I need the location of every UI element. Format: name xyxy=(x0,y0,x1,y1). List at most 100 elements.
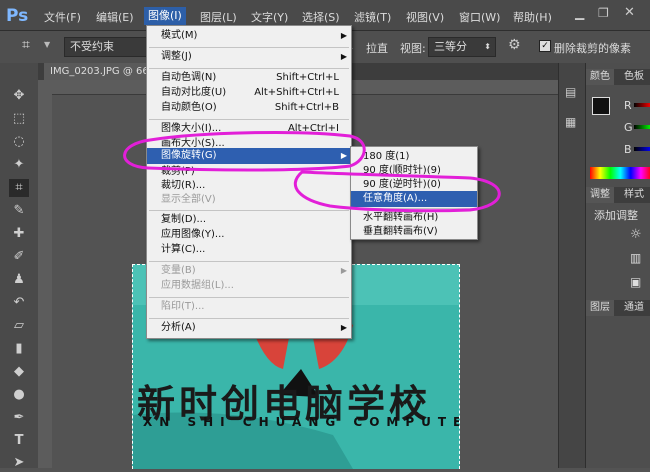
document-tab[interactable]: IMG_0203.JPG @ 66 xyxy=(44,63,155,80)
menu-item-image-rotation[interactable]: 图像旋转(G) ▶ xyxy=(147,148,351,164)
tools-panel: ✥ ⬚ ◌ ✦ ⌗ ✎ ✚ ✐ ♟ ↶ ▱ ▮ ◆ ● ✒ T ➤ xyxy=(0,63,39,470)
submenu-arrow-icon: ▶ xyxy=(340,266,347,275)
menu-item-trap: 陷印(T)... xyxy=(161,301,205,312)
menu-layer[interactable]: 图层(L) xyxy=(200,9,237,25)
marquee-tool-icon[interactable]: ⬚ xyxy=(9,110,29,128)
delete-crop-label[interactable]: 删除裁剪的像素 xyxy=(554,40,631,56)
view-select-value: 三等分 xyxy=(434,40,467,53)
crop-tool-icon[interactable]: ⌗ xyxy=(22,37,30,53)
menu-separator xyxy=(149,119,349,120)
gear-icon[interactable]: ⚙ xyxy=(508,37,521,53)
tab-channels[interactable]: 通道 xyxy=(620,300,648,316)
view-select[interactable]: 三等分 ⬍ xyxy=(428,37,496,57)
brush-tool-icon[interactable]: ✐ xyxy=(9,248,29,266)
menu-separator xyxy=(149,210,349,211)
menu-item-duplicate[interactable]: 复制(D)... xyxy=(147,212,351,228)
menu-separator xyxy=(149,318,349,319)
tab-styles[interactable]: 样式 xyxy=(620,187,648,203)
menu-item-auto-contrast[interactable]: 自动对比度(U) Alt+Shift+Ctrl+L xyxy=(147,85,351,101)
right-panels: 颜色 色板 R G B 调整 样式 添加调整 ☼ ▥ ▣ 图层 通道 xyxy=(585,63,650,468)
crop-tool-icon[interactable]: ⌗ xyxy=(9,179,29,197)
slider-r[interactable] xyxy=(634,103,650,107)
history-panel-icon[interactable]: ▤ xyxy=(565,85,576,99)
straighten-label[interactable]: 拉直 xyxy=(366,40,388,56)
magic-wand-icon[interactable]: ✦ xyxy=(9,156,29,174)
menu-edit[interactable]: 编辑(E) xyxy=(96,9,134,25)
chevron-down-icon[interactable]: ▼ xyxy=(44,40,50,49)
menu-file[interactable]: 文件(F) xyxy=(44,9,81,25)
photoshop-logo: Ps xyxy=(6,6,29,26)
flip-canvas-vertical[interactable]: 垂直翻转画布(V) xyxy=(351,224,477,240)
slider-g[interactable] xyxy=(634,125,650,129)
lasso-tool-icon[interactable]: ◌ xyxy=(9,133,29,151)
type-tool-icon[interactable]: T xyxy=(9,432,29,450)
rotate-arbitrary[interactable]: 任意角度(A)... xyxy=(351,191,477,207)
menu-help[interactable]: 帮助(H) xyxy=(513,9,552,25)
menu-separator xyxy=(353,208,475,209)
eyedropper-icon[interactable]: ✎ xyxy=(9,202,29,220)
delete-crop-checkbox[interactable]: ✓ xyxy=(539,40,551,52)
minimize-icon[interactable]: ▁ xyxy=(575,6,589,20)
menu-separator xyxy=(149,47,349,48)
panel-icon-strip: ▤ ▦ xyxy=(558,63,585,468)
channel-g-label: G xyxy=(624,121,633,134)
move-tool-icon[interactable]: ✥ xyxy=(9,87,29,105)
color-panel-tabs: 颜色 色板 xyxy=(586,69,650,85)
menu-view[interactable]: 视图(V) xyxy=(406,9,444,25)
color-spectrum[interactable] xyxy=(590,167,650,179)
menu-item-image-size[interactable]: 图像大小(I)... Alt+Ctrl+I xyxy=(147,121,351,137)
menu-item-auto-tone[interactable]: 自动色调(N) Shift+Ctrl+L xyxy=(147,70,351,86)
menu-item-analysis[interactable]: 分析(A) ▶ xyxy=(147,320,351,336)
healing-brush-icon[interactable]: ✚ xyxy=(9,225,29,243)
adjust-panel-tabs: 调整 样式 xyxy=(586,187,650,203)
slider-b[interactable] xyxy=(634,147,650,151)
eraser-tool-icon[interactable]: ▱ xyxy=(9,317,29,335)
menu-item-variables: 变量(B) ▶ xyxy=(147,263,351,279)
menu-separator xyxy=(149,297,349,298)
menu-image[interactable]: 图像(I) xyxy=(144,7,186,25)
ratio-select-value: 不受约束 xyxy=(70,40,114,53)
menu-item-apply-image[interactable]: 应用图像(Y)... xyxy=(147,227,351,243)
blur-tool-icon[interactable]: ◆ xyxy=(9,363,29,381)
menu-window[interactable]: 窗口(W) xyxy=(459,9,500,25)
foreground-color-swatch[interactable] xyxy=(592,97,610,115)
photo-sub-text: XN SHI CHUANG COMPUTER xyxy=(143,415,460,429)
gradient-tool-icon[interactable]: ▮ xyxy=(9,340,29,358)
ruler-vertical xyxy=(38,94,52,468)
close-icon[interactable]: ✕ xyxy=(624,5,638,20)
menu-type[interactable]: 文字(Y) xyxy=(251,9,288,25)
properties-panel-icon[interactable]: ▦ xyxy=(565,115,576,129)
history-brush-icon[interactable]: ↶ xyxy=(9,294,29,312)
view-label: 视图: xyxy=(400,42,426,55)
spinner-icon: ⬍ xyxy=(484,42,491,51)
submenu-arrow-icon: ▶ xyxy=(340,52,347,61)
add-adjustment-label: 添加调整 xyxy=(594,209,638,222)
menu-separator xyxy=(149,261,349,262)
tab-color[interactable]: 颜色 xyxy=(586,69,614,85)
menu-item-auto-color[interactable]: 自动颜色(O) Shift+Ctrl+B xyxy=(147,100,351,116)
layers-panel-tabs: 图层 通道 xyxy=(586,300,650,316)
image-rotation-submenu: 180 度(1) 90 度(顺时针)(9) 90 度(逆时针)(0) 任意角度(… xyxy=(350,146,478,240)
menu-filter[interactable]: 滤镜(T) xyxy=(354,9,391,25)
menu-item-adjustments[interactable]: 调整(J) ▶ xyxy=(147,49,351,65)
tab-swatches[interactable]: 色板 xyxy=(620,69,648,85)
menu-item-calculations[interactable]: 计算(C)... xyxy=(147,242,351,258)
path-select-icon[interactable]: ➤ xyxy=(9,454,29,472)
channel-b-label: B xyxy=(624,143,632,156)
tab-adjustments[interactable]: 调整 xyxy=(586,187,614,203)
levels-icon[interactable]: ▥ xyxy=(630,251,641,265)
brightness-icon[interactable]: ☼ xyxy=(630,227,642,242)
menu-item-apply-data-set: 应用数据组(L)... xyxy=(161,280,234,291)
menu-item-reveal-all: 显示全部(V) xyxy=(161,194,216,205)
restore-icon[interactable]: ❐ xyxy=(598,6,612,20)
pen-tool-icon[interactable]: ✒ xyxy=(9,409,29,427)
photo-filter-icon[interactable]: ▣ xyxy=(630,275,641,289)
tab-layers[interactable]: 图层 xyxy=(586,300,614,316)
menu-item-mode[interactable]: 模式(M) ▶ xyxy=(147,28,351,44)
submenu-arrow-icon: ▶ xyxy=(340,151,347,160)
dodge-tool-icon[interactable]: ● xyxy=(9,386,29,404)
stamp-tool-icon[interactable]: ♟ xyxy=(9,271,29,289)
menu-separator xyxy=(149,68,349,69)
channel-r-label: R xyxy=(624,99,632,112)
menu-select[interactable]: 选择(S) xyxy=(302,9,340,25)
